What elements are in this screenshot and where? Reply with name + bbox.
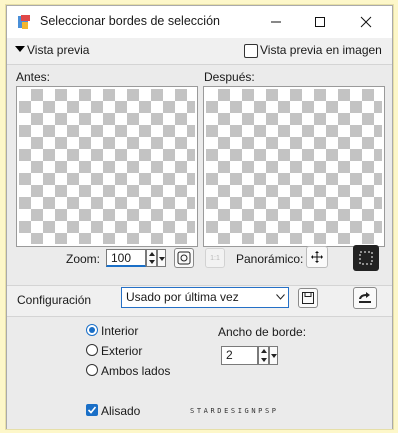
collapse-arrow-icon[interactable] <box>15 46 25 52</box>
zoom-fit-icon <box>177 251 191 265</box>
border-width-input[interactable]: 2 <box>221 346 258 365</box>
zoom-input[interactable]: 100 <box>106 249 146 267</box>
both-sides-radio[interactable] <box>86 364 98 376</box>
reset-button[interactable] <box>353 287 377 309</box>
close-icon <box>360 16 372 28</box>
both-sides-radio-label[interactable]: Ambos lados <box>101 364 170 378</box>
border-width-dropdown-arrow[interactable] <box>269 346 278 365</box>
dialog-window: Seleccionar bordes de selección Vista pr… <box>6 5 393 429</box>
after-label: Después: <box>204 70 255 84</box>
preview-toggle-label[interactable]: Vista previa <box>27 43 89 57</box>
watermark-text: STARDESIGNPSP <box>190 407 279 415</box>
preset-select[interactable]: Usado por última vez <box>121 287 289 308</box>
zoom-spinner[interactable] <box>146 249 157 267</box>
app-icon <box>18 15 30 29</box>
zoom-label: Zoom: <box>66 252 101 266</box>
save-preset-button[interactable] <box>298 288 318 308</box>
pan-button[interactable] <box>306 246 328 268</box>
border-width-label: Ancho de borde: <box>218 325 307 339</box>
move-arrows-icon <box>311 251 323 263</box>
interior-radio-label[interactable]: Interior <box>101 324 138 338</box>
pan-label: Panorámico: <box>236 252 304 266</box>
title-bar[interactable]: Seleccionar bordes de selección <box>7 6 392 38</box>
config-label: Configuración <box>17 293 92 307</box>
window-title: Seleccionar bordes de selección <box>40 14 220 28</box>
reset-icon <box>359 292 371 303</box>
save-icon <box>302 292 314 304</box>
after-preview-canvas[interactable] <box>203 86 385 247</box>
antialias-checkbox[interactable] <box>86 404 98 416</box>
image-preview-label[interactable]: Vista previa en imagen <box>260 43 382 57</box>
zoom-actual-size-button[interactable]: 1:1 <box>205 248 225 268</box>
minimize-button[interactable] <box>257 6 295 38</box>
zoom-dropdown-arrow[interactable] <box>157 249 166 267</box>
maximize-icon <box>315 17 325 27</box>
border-width-spinner[interactable] <box>258 346 269 365</box>
chevron-down-icon <box>276 294 285 300</box>
interior-radio[interactable] <box>86 324 98 336</box>
preset-select-value: Usado por última vez <box>126 290 239 304</box>
close-button[interactable] <box>347 6 385 38</box>
maximize-button[interactable] <box>301 6 339 38</box>
antialias-label[interactable]: Alisado <box>101 404 140 418</box>
preview-toolbar: Vista previa Vista previa en imagen <box>7 42 392 60</box>
exterior-radio[interactable] <box>86 344 98 356</box>
before-preview-canvas[interactable] <box>16 86 198 247</box>
before-label: Antes: <box>16 70 51 84</box>
checkmark-icon <box>87 406 97 414</box>
exterior-radio-label[interactable]: Exterior <box>101 344 142 358</box>
minimize-icon <box>271 21 281 23</box>
zoom-fit-button[interactable] <box>174 248 194 268</box>
selection-marquee-icon <box>359 251 373 265</box>
proof-selection-button[interactable] <box>353 245 379 271</box>
image-preview-checkbox[interactable] <box>244 44 258 58</box>
